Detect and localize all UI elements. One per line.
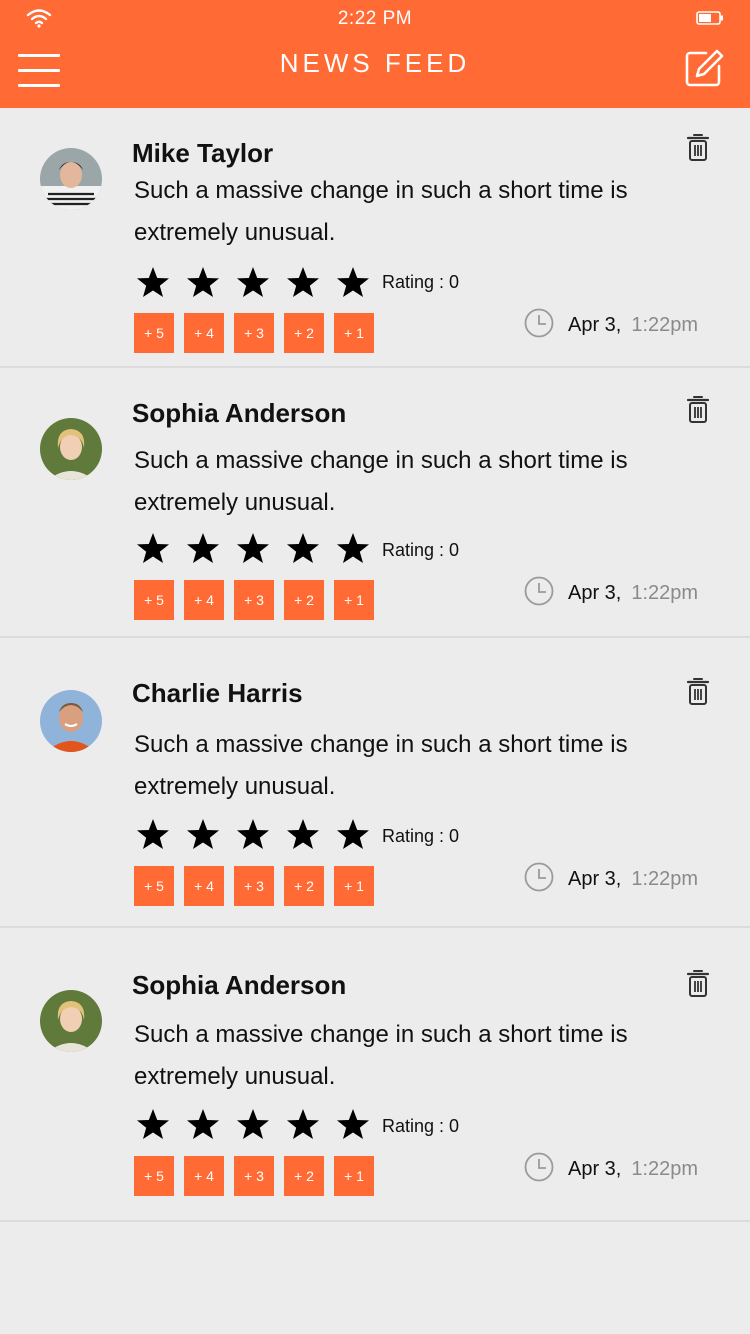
rating-chip[interactable]: + 5 xyxy=(134,1156,174,1196)
trash-icon[interactable] xyxy=(686,394,710,429)
post-date: Apr 3, xyxy=(568,1158,622,1180)
post-timestamp: Apr 3, 1:22pm xyxy=(524,576,698,611)
star-icon[interactable] xyxy=(286,818,320,850)
star-rating[interactable] xyxy=(136,1108,386,1140)
rating-chip[interactable]: + 2 xyxy=(284,580,324,620)
post-message: Such a massive change in such a short ti… xyxy=(134,447,628,516)
post-date: Apr 3, xyxy=(568,314,622,336)
avatar[interactable] xyxy=(40,418,102,480)
rating-chip[interactable]: + 2 xyxy=(284,866,324,906)
post-time: 1:22pm xyxy=(631,582,699,604)
star-icon[interactable] xyxy=(186,818,220,850)
star-icon[interactable] xyxy=(236,266,270,298)
rating-chips: + 5 + 4 + 3 + 2 + 1 xyxy=(134,1156,384,1196)
rating-label: Rating : 0 xyxy=(382,1116,460,1136)
star-icon[interactable] xyxy=(236,532,270,564)
author-name[interactable]: Sophia Anderson xyxy=(132,970,346,1001)
author-name[interactable]: Sophia Anderson xyxy=(132,398,346,429)
trash-icon[interactable] xyxy=(686,968,710,1003)
post-timestamp: Apr 3, 1:22pm xyxy=(524,1152,698,1187)
post-date: Apr 3, xyxy=(568,868,622,890)
avatar[interactable] xyxy=(40,990,102,1052)
rating-chip[interactable]: + 5 xyxy=(134,580,174,620)
star-icon[interactable] xyxy=(186,532,220,564)
avatar[interactable] xyxy=(40,690,102,752)
rating-chip[interactable]: + 4 xyxy=(184,866,224,906)
star-icon[interactable] xyxy=(136,1108,170,1140)
star-icon[interactable] xyxy=(186,1108,220,1140)
compose-icon[interactable] xyxy=(684,48,724,88)
star-rating[interactable] xyxy=(136,532,386,564)
rating-chip[interactable]: + 4 xyxy=(184,580,224,620)
star-rating[interactable] xyxy=(136,818,386,850)
post-card: Sophia Anderson Such a massive change in… xyxy=(0,368,750,638)
rating-chip[interactable]: + 3 xyxy=(234,1156,274,1196)
star-icon[interactable] xyxy=(136,266,170,298)
rating-chip[interactable]: + 4 xyxy=(184,313,224,353)
rating-label: Rating : 0 xyxy=(382,540,460,560)
rating-chip[interactable]: + 5 xyxy=(134,313,174,353)
clock-icon xyxy=(524,308,568,343)
star-icon[interactable] xyxy=(236,1108,270,1140)
rating-chip[interactable]: + 2 xyxy=(284,1156,324,1196)
author-name[interactable]: Mike Taylor xyxy=(132,138,273,169)
post-card: Sophia Anderson Such a massive change in… xyxy=(0,928,750,1222)
rating-chip[interactable]: + 3 xyxy=(234,313,274,353)
rating-chip[interactable]: + 3 xyxy=(234,580,274,620)
rating-chip[interactable]: + 1 xyxy=(334,313,374,353)
rating-label: Rating : 0 xyxy=(382,826,460,846)
star-icon[interactable] xyxy=(186,266,220,298)
rating-label: Rating : 0 xyxy=(382,272,460,292)
rating-chip[interactable]: + 1 xyxy=(334,580,374,620)
rating-chip[interactable]: + 5 xyxy=(134,866,174,906)
star-icon[interactable] xyxy=(286,266,320,298)
star-icon[interactable] xyxy=(136,818,170,850)
rating-chip[interactable]: + 3 xyxy=(234,866,274,906)
rating-chip[interactable]: + 4 xyxy=(184,1156,224,1196)
post-time: 1:22pm xyxy=(631,314,699,336)
star-icon[interactable] xyxy=(236,818,270,850)
clock-icon xyxy=(524,862,568,897)
star-icon[interactable] xyxy=(286,1108,320,1140)
star-icon[interactable] xyxy=(336,818,370,850)
trash-icon[interactable] xyxy=(686,676,710,711)
post-time: 1:22pm xyxy=(631,1158,699,1180)
post-card: Mike Taylor Such a massive change in suc… xyxy=(0,108,750,368)
trash-icon[interactable] xyxy=(686,132,710,167)
post-time: 1:22pm xyxy=(631,868,699,890)
post-message: Such a massive change in such a short ti… xyxy=(134,177,628,246)
star-icon[interactable] xyxy=(336,266,370,298)
app-header: 2:22 PM NEWS FEED xyxy=(0,0,750,108)
star-rating[interactable] xyxy=(136,266,386,298)
post-timestamp: Apr 3, 1:22pm xyxy=(524,862,698,897)
avatar[interactable] xyxy=(40,148,102,210)
clock-icon xyxy=(524,576,568,611)
author-name[interactable]: Charlie Harris xyxy=(132,678,303,709)
clock-icon xyxy=(524,1152,568,1187)
star-icon[interactable] xyxy=(336,1108,370,1140)
star-icon[interactable] xyxy=(286,532,320,564)
rating-chip[interactable]: + 1 xyxy=(334,1156,374,1196)
rating-chips: + 5 + 4 + 3 + 2 + 1 xyxy=(134,866,384,906)
rating-chips: + 5 + 4 + 3 + 2 + 1 xyxy=(134,580,384,620)
page-title: NEWS FEED xyxy=(279,48,471,78)
post-message: Such a massive change in such a short ti… xyxy=(134,1021,628,1090)
post-date: Apr 3, xyxy=(568,582,622,604)
rating-chips: + 5 + 4 + 3 + 2 + 1 xyxy=(134,313,384,353)
status-time: 2:22 PM xyxy=(337,8,413,29)
star-icon[interactable] xyxy=(136,532,170,564)
post-message: Such a massive change in such a short ti… xyxy=(134,731,628,800)
battery-icon xyxy=(696,11,723,25)
rating-chip[interactable]: + 1 xyxy=(334,866,374,906)
rating-chip[interactable]: + 2 xyxy=(284,313,324,353)
post-timestamp: Apr 3, 1:22pm xyxy=(524,308,698,343)
post-card: Charlie Harris Such a massive change in … xyxy=(0,638,750,928)
star-icon[interactable] xyxy=(336,532,370,564)
